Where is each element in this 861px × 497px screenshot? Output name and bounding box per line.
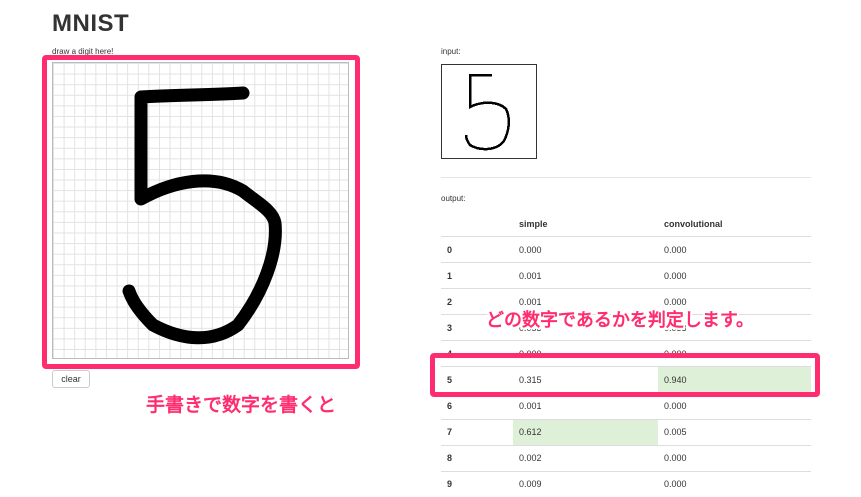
section-divider: [441, 177, 811, 178]
result-row-highlight-frame: [430, 353, 820, 397]
input-digit-preview: [464, 73, 510, 151]
row-digit: 8: [441, 444, 513, 472]
row-simple-value: 0.002: [513, 444, 658, 472]
annotation-draw-text: 手書きで数字を書くと: [146, 394, 337, 416]
header-convolutional: convolutional: [658, 211, 811, 237]
row-convolutional-value: 0.000: [658, 444, 811, 472]
header-simple: simple: [513, 211, 658, 237]
table-row: 9 0.009 0.000: [441, 470, 811, 497]
row-convolutional-value: 0.005: [658, 418, 811, 446]
row-convolutional-value: 0.000: [658, 235, 811, 263]
row-simple-value: 0.001: [513, 262, 658, 289]
row-simple-value: 0.612: [513, 418, 658, 446]
canvas-highlight-frame: [42, 55, 360, 369]
header-digit: [441, 211, 513, 237]
row-digit: 1: [441, 262, 513, 289]
clear-button[interactable]: clear: [52, 370, 90, 388]
table-row: 0 0.000 0.000: [441, 235, 811, 263]
row-convolutional-value: 0.000: [658, 262, 811, 289]
table-row: 7 0.612 0.005: [441, 418, 811, 446]
row-digit: 9: [441, 470, 513, 497]
input-label: input:: [441, 47, 461, 56]
row-simple-value: 0.000: [513, 235, 658, 263]
annotation-judge-text: どの数字であるかを判定します。: [486, 310, 755, 331]
row-convolutional-value: 0.000: [658, 470, 811, 497]
row-digit: 0: [441, 235, 513, 263]
output-label: output:: [441, 194, 466, 203]
table-row: 1 0.001 0.000: [441, 262, 811, 289]
input-preview: [441, 64, 537, 159]
page-title: MNIST: [52, 10, 130, 37]
row-digit: 7: [441, 418, 513, 446]
output-table-header: simple convolutional: [441, 211, 811, 237]
row-simple-value: 0.009: [513, 470, 658, 497]
table-row: 8 0.002 0.000: [441, 444, 811, 472]
